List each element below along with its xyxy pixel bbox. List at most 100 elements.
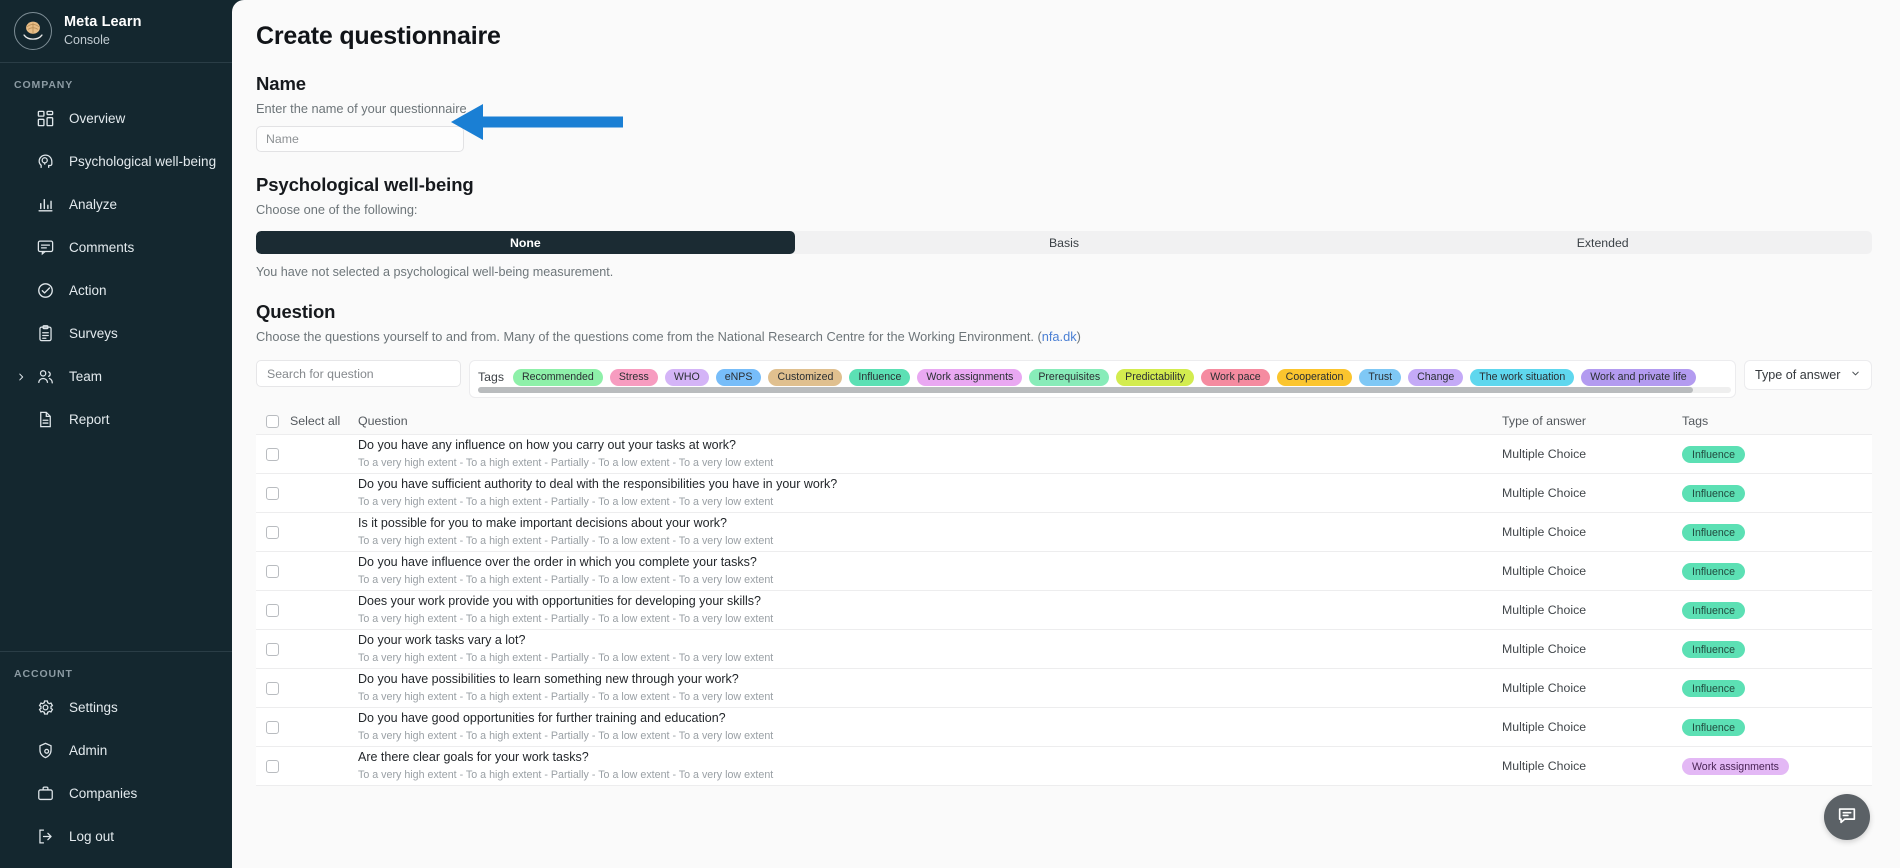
row-checkbox[interactable] xyxy=(266,487,279,500)
row-type-of-answer: Multiple Choice xyxy=(1502,642,1682,656)
row-question-cell: Do you have any influence on how you car… xyxy=(358,438,1502,470)
tag-chip-recommended[interactable]: Recommended xyxy=(513,369,603,386)
sidebar-item-label: Psychological well-being xyxy=(69,154,216,169)
tag-chip-work-pace[interactable]: Work pace xyxy=(1201,369,1269,386)
sidebar-spacer xyxy=(0,441,232,651)
row-tag-badge: Work assignments xyxy=(1682,758,1789,775)
pwb-option-extended[interactable]: Extended xyxy=(1333,231,1872,254)
question-section: Question Choose the questions yourself t… xyxy=(256,301,1872,786)
sidebar-item-settings[interactable]: Settings xyxy=(0,686,232,729)
gear-icon xyxy=(36,698,55,717)
row-question-text: Are there clear goals for your work task… xyxy=(358,750,1502,766)
row-checkbox[interactable] xyxy=(266,721,279,734)
row-checkbox[interactable] xyxy=(266,760,279,773)
tag-chip-cooperation[interactable]: Cooperation xyxy=(1277,369,1353,386)
row-checkbox[interactable] xyxy=(266,682,279,695)
tag-chip-influence[interactable]: Influence xyxy=(849,369,910,386)
row-checkbox-cell xyxy=(256,487,290,500)
table-row[interactable]: Does your work provide you with opportun… xyxy=(256,591,1872,630)
sidebar-item-psychological-well-being[interactable]: Psychological well-being xyxy=(0,140,232,183)
briefcase-icon xyxy=(36,784,55,803)
table-row[interactable]: Do you have possibilities to learn somet… xyxy=(256,669,1872,708)
sidebar-company-nav: Overview Psychological well-being xyxy=(0,97,232,441)
chat-widget-button[interactable] xyxy=(1824,794,1870,840)
pwb-option-basis[interactable]: Basis xyxy=(795,231,1334,254)
brain-in-hand-icon xyxy=(14,12,52,50)
sidebar-item-analyze[interactable]: Analyze xyxy=(0,183,232,226)
row-answer-options: To a very high extent - To a high extent… xyxy=(358,535,1502,548)
pwb-option-none[interactable]: None xyxy=(256,231,795,254)
tag-chip-customized[interactable]: Customized xyxy=(768,369,842,386)
row-checkbox-cell xyxy=(256,448,290,461)
row-tags-cell: Work assignments xyxy=(1682,757,1872,776)
page-title: Create questionnaire xyxy=(256,22,1872,51)
row-question-text: Do you have possibilities to learn somet… xyxy=(358,672,1502,688)
sidebar-item-comments[interactable]: Comments xyxy=(0,226,232,269)
table-row[interactable]: Do your work tasks vary a lot? To a very… xyxy=(256,630,1872,669)
sidebar-item-label: Companies xyxy=(69,786,137,801)
tag-chip-trust[interactable]: Trust xyxy=(1359,369,1401,386)
row-answer-options: To a very high extent - To a high extent… xyxy=(358,652,1502,665)
row-question-text: Do you have good opportunities for furth… xyxy=(358,711,1502,727)
name-section-description: Enter the name of your questionnaire xyxy=(256,101,1872,116)
name-input[interactable] xyxy=(256,126,464,152)
row-checkbox[interactable] xyxy=(266,565,279,578)
sidebar-item-admin[interactable]: Admin xyxy=(0,729,232,772)
question-heading: Question xyxy=(256,301,1872,323)
brand[interactable]: Meta Learn Console xyxy=(0,0,232,62)
row-checkbox-cell xyxy=(256,643,290,656)
chat-bubble-icon xyxy=(1836,804,1858,831)
row-checkbox[interactable] xyxy=(266,604,279,617)
tag-chip-stress[interactable]: Stress xyxy=(610,369,658,386)
table-row[interactable]: Do you have good opportunities for furth… xyxy=(256,708,1872,747)
sidebar-item-overview[interactable]: Overview xyxy=(0,97,232,140)
row-tags-cell: Influence xyxy=(1682,484,1872,503)
table-row[interactable]: Do you have any influence on how you car… xyxy=(256,435,1872,474)
main-content: Create questionnaire Name Enter the name… xyxy=(232,0,1900,868)
search-input[interactable] xyxy=(256,360,461,387)
tag-filter-scrollbar-thumb[interactable] xyxy=(478,387,1693,393)
type-of-answer-select[interactable]: Type of answer xyxy=(1744,360,1872,390)
sidebar-item-log-out[interactable]: Log out xyxy=(0,815,232,858)
table-row[interactable]: Are there clear goals for your work task… xyxy=(256,747,1872,786)
table-row[interactable]: Do you have influence over the order in … xyxy=(256,552,1872,591)
column-header-tags: Tags xyxy=(1682,414,1872,428)
users-icon xyxy=(36,367,55,386)
document-icon xyxy=(36,410,55,429)
question-filter-row: Tags Recommended Stress WHO eNPS Customi… xyxy=(256,360,1872,398)
row-checkbox-cell xyxy=(256,565,290,578)
chevron-right-icon[interactable] xyxy=(16,372,26,382)
tag-filter-scrollbar[interactable] xyxy=(478,387,1731,393)
row-type-of-answer: Multiple Choice xyxy=(1502,564,1682,578)
select-all-checkbox[interactable] xyxy=(266,415,279,428)
row-checkbox[interactable] xyxy=(266,526,279,539)
sidebar-item-surveys[interactable]: Surveys xyxy=(0,312,232,355)
sidebar-item-companies[interactable]: Companies xyxy=(0,772,232,815)
sidebar-section-account: ACCOUNT xyxy=(0,652,232,686)
row-checkbox[interactable] xyxy=(266,448,279,461)
tag-chip-who[interactable]: WHO xyxy=(665,369,709,386)
tags-filter-label: Tags xyxy=(478,370,504,384)
row-answer-options: To a very high extent - To a high extent… xyxy=(358,457,1502,470)
table-row[interactable]: Do you have sufficient authority to deal… xyxy=(256,474,1872,513)
tag-chip-enps[interactable]: eNPS xyxy=(716,369,762,386)
row-type-of-answer: Multiple Choice xyxy=(1502,486,1682,500)
row-answer-options: To a very high extent - To a high extent… xyxy=(358,730,1502,743)
tag-chip-the-work-situation[interactable]: The work situation xyxy=(1470,369,1574,386)
tag-chip-change[interactable]: Change xyxy=(1408,369,1463,386)
tag-chip-predictability[interactable]: Predictability xyxy=(1116,369,1194,386)
sidebar-item-team[interactable]: Team xyxy=(0,355,232,398)
row-checkbox[interactable] xyxy=(266,643,279,656)
row-question-text: Do you have any influence on how you car… xyxy=(358,438,1502,454)
brand-title: Meta Learn xyxy=(64,14,142,31)
row-question-text: Do your work tasks vary a lot? xyxy=(358,633,1502,649)
table-row[interactable]: Is it possible for you to make important… xyxy=(256,513,1872,552)
row-type-of-answer: Multiple Choice xyxy=(1502,759,1682,773)
tag-chip-work-and-private-life[interactable]: Work and private life xyxy=(1581,369,1695,386)
tag-chip-work-assignments[interactable]: Work assignments xyxy=(917,369,1022,386)
sidebar-item-report[interactable]: Report xyxy=(0,398,232,441)
nfa-link[interactable]: nfa.dk xyxy=(1042,329,1077,344)
row-checkbox-cell xyxy=(256,760,290,773)
tag-chip-prerequisites[interactable]: Prerequisites xyxy=(1029,369,1109,386)
sidebar-item-action[interactable]: Action xyxy=(0,269,232,312)
